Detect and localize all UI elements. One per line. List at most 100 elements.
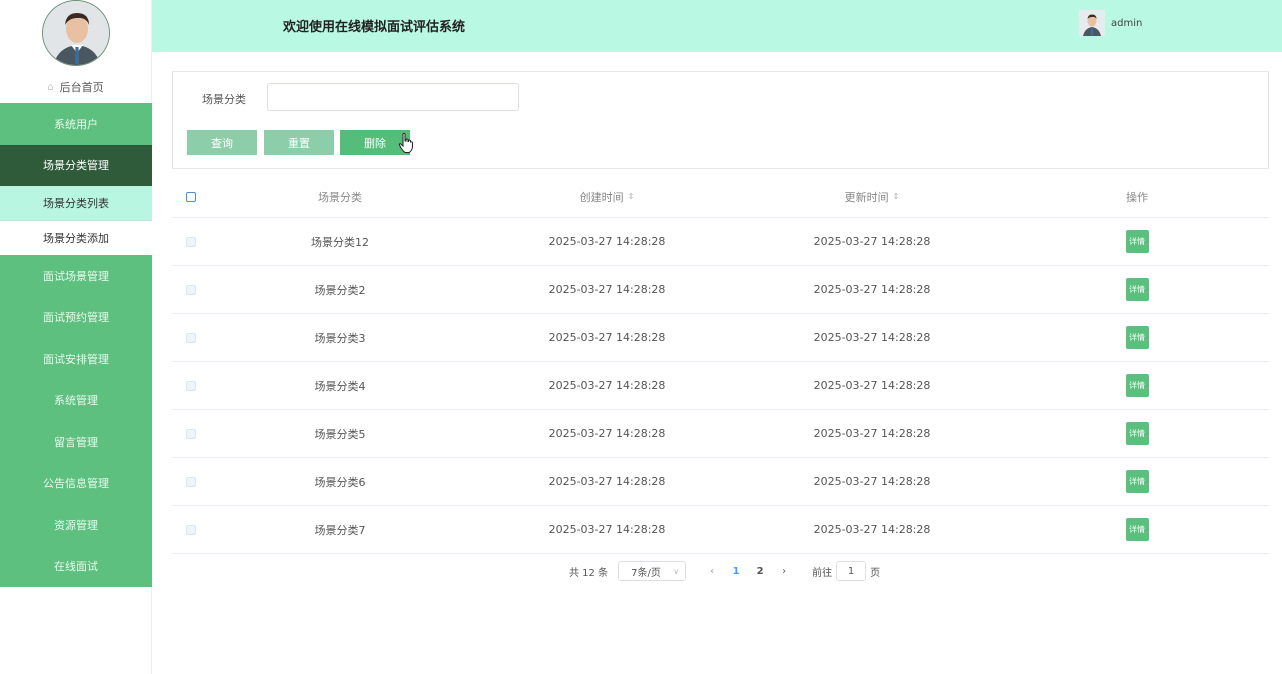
- column-header-name: 场景分类: [318, 190, 362, 204]
- cell-ops: 详情: [1092, 362, 1182, 409]
- detail-button[interactable]: 详情: [1125, 470, 1149, 493]
- sidebar-item-label: 在线面试: [54, 560, 98, 574]
- top-header: 欢迎使用在线模拟面试评估系统 admin: [152, 0, 1282, 52]
- cell-name: 场景分类2: [314, 283, 366, 297]
- sidebar-subitem-scene-category-add[interactable]: 场景分类添加: [0, 220, 152, 255]
- sidebar-item-interview-booking-mgmt[interactable]: 面试预约管理: [0, 296, 152, 338]
- sidebar-item-label: 留言管理: [54, 435, 98, 449]
- chevron-down-icon: ∨: [673, 566, 680, 576]
- table-row: 场景分类4 2025-03-27 14:28:28 2025-03-27 14:…: [172, 362, 1269, 410]
- goto-page-input[interactable]: 1: [836, 561, 867, 581]
- column-header-updated-label: 更新时间: [844, 190, 889, 204]
- cell-name: 场景分类12: [311, 235, 369, 249]
- cell-name: 场景分类5: [314, 427, 366, 441]
- hand-pointer-icon: [398, 132, 413, 153]
- table-row: 场景分类5 2025-03-27 14:28:28 2025-03-27 14:…: [172, 410, 1269, 458]
- detail-button[interactable]: 详情: [1125, 422, 1149, 445]
- scene-category-table: 场景分类 创建时间 ⇕ 更新时间 ⇕ 操作 场景分类12 2025-03-27 14…: [172, 176, 1269, 554]
- cell-updated: 2025-03-27 14:28:28: [813, 283, 931, 296]
- avatar[interactable]: [41, 0, 110, 66]
- sidebar-item-label: 系统用户: [54, 117, 98, 131]
- row-checkbox[interactable]: [186, 332, 196, 343]
- username: admin: [1111, 17, 1143, 29]
- next-page-button[interactable]: ›: [772, 566, 796, 577]
- cell-ops: 详情: [1092, 506, 1182, 553]
- column-header-created-label: 创建时间: [579, 190, 624, 204]
- query-button[interactable]: 查询: [187, 130, 257, 155]
- table-row: 场景分类3 2025-03-27 14:28:28 2025-03-27 14:…: [172, 314, 1269, 362]
- row-checkbox[interactable]: [186, 476, 196, 487]
- sidebar-item-scene-category-mgmt[interactable]: 场景分类管理: [0, 144, 152, 186]
- avatar-area: [0, 0, 151, 72]
- sidebar-item-interview-scene-mgmt[interactable]: 面试场景管理: [0, 255, 152, 297]
- home-icon: ⌂: [47, 81, 54, 93]
- search-panel: 场景分类 查询 重置 删除: [172, 71, 1269, 169]
- column-header-created[interactable]: 创建时间 ⇕: [532, 176, 682, 217]
- row-checkbox[interactable]: [186, 428, 196, 439]
- cell-created: 2025-03-27 14:28:28: [548, 523, 666, 536]
- pagination-total: 共 12 条: [569, 567, 609, 579]
- table-row: 场景分类6 2025-03-27 14:28:28 2025-03-27 14:…: [172, 458, 1269, 506]
- sidebar-subitem-scene-category-list[interactable]: 场景分类列表: [0, 186, 152, 220]
- sidebar-item-label: 系统管理: [54, 394, 98, 408]
- sidebar-item-label: 场景分类列表: [43, 197, 109, 210]
- sidebar-item-interview-schedule-mgmt[interactable]: 面试安排管理: [0, 338, 152, 380]
- sidebar-item-notice-mgmt[interactable]: 公告信息管理: [0, 462, 152, 504]
- sidebar-item-message-mgmt[interactable]: 留言管理: [0, 421, 152, 463]
- user-menu[interactable]: admin: [1079, 10, 1142, 36]
- reset-button[interactable]: 重置: [264, 130, 334, 155]
- page-title: 欢迎使用在线模拟面试评估系统: [283, 20, 466, 35]
- row-checkbox-cell: [172, 266, 210, 313]
- sidebar-item-system-mgmt[interactable]: 系统管理: [0, 379, 152, 421]
- row-checkbox-cell: [172, 458, 210, 505]
- cell-created: 2025-03-27 14:28:28: [548, 379, 666, 392]
- sidebar-item-label: 面试场景管理: [43, 269, 109, 283]
- table-header-row: 场景分类 创建时间 ⇕ 更新时间 ⇕ 操作: [172, 176, 1269, 218]
- row-checkbox[interactable]: [186, 524, 196, 535]
- row-checkbox[interactable]: [186, 284, 196, 295]
- row-checkbox-cell: [172, 362, 210, 409]
- cell-updated: 2025-03-27 14:28:28: [813, 475, 931, 488]
- cell-updated: 2025-03-27 14:28:28: [813, 379, 931, 392]
- detail-button[interactable]: 详情: [1125, 230, 1149, 253]
- query-button-label: 查询: [211, 136, 233, 150]
- page-size-select[interactable]: 7条/页 ∨: [618, 561, 687, 581]
- sidebar-item-label: 场景分类添加: [43, 232, 109, 245]
- cell-ops: 详情: [1092, 266, 1182, 313]
- sidebar-item-online-interview[interactable]: 在线面试: [0, 545, 152, 587]
- row-checkbox[interactable]: [186, 380, 196, 391]
- detail-button[interactable]: 详情: [1125, 518, 1149, 541]
- select-all-checkbox[interactable]: [186, 191, 196, 202]
- sidebar-item-resource-mgmt[interactable]: 资源管理: [0, 504, 152, 546]
- delete-button-label: 删除: [364, 136, 386, 150]
- cell-ops: 详情: [1092, 410, 1182, 457]
- sort-icon[interactable]: ⇕: [893, 192, 900, 201]
- page-number[interactable]: 1: [724, 566, 748, 577]
- sidebar-item-label: 资源管理: [54, 518, 98, 532]
- detail-button[interactable]: 详情: [1125, 278, 1149, 301]
- row-checkbox-cell: [172, 506, 210, 553]
- detail-button[interactable]: 详情: [1125, 374, 1149, 397]
- cell-name: 场景分类7: [314, 523, 366, 537]
- sidebar-home-label: 后台首页: [59, 81, 104, 94]
- sidebar-item-system-users[interactable]: 系统用户: [0, 103, 152, 145]
- page-size-value: 7条/页: [631, 567, 661, 579]
- prev-page-button[interactable]: ‹: [700, 566, 724, 577]
- table-row: 场景分类2 2025-03-27 14:28:28 2025-03-27 14:…: [172, 266, 1269, 314]
- cell-created: 2025-03-27 14:28:28: [548, 331, 666, 344]
- cell-updated: 2025-03-27 14:28:28: [813, 427, 931, 440]
- detail-button[interactable]: 详情: [1125, 326, 1149, 349]
- row-checkbox-cell: [172, 314, 210, 361]
- search-label: 场景分类: [202, 93, 246, 106]
- page-jumper: 前往 1 页: [812, 561, 880, 581]
- row-checkbox[interactable]: [186, 236, 196, 247]
- sidebar-item-label: 公告信息管理: [43, 477, 109, 491]
- scene-category-search-input[interactable]: [267, 83, 519, 111]
- sort-icon[interactable]: ⇕: [628, 192, 635, 201]
- table-row: 场景分类7 2025-03-27 14:28:28 2025-03-27 14:…: [172, 506, 1269, 554]
- cell-name: 场景分类6: [314, 475, 366, 489]
- cell-created: 2025-03-27 14:28:28: [548, 235, 666, 248]
- sidebar-item-home[interactable]: ⌂ 后台首页: [0, 72, 151, 102]
- column-header-updated[interactable]: 更新时间 ⇕: [797, 176, 947, 217]
- page-number[interactable]: 2: [748, 566, 772, 577]
